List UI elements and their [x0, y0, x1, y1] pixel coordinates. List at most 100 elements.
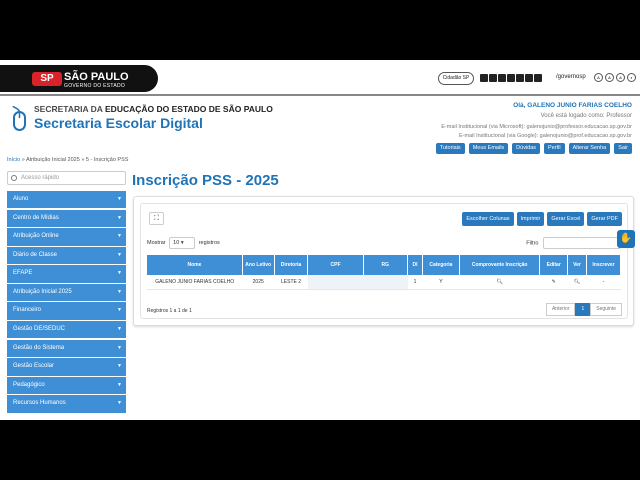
table-toolbar: Escolher Colunas Imprimir Gerar Excel Ge…	[462, 212, 622, 226]
sidebar-item-label: Recursos Humanos	[13, 400, 66, 407]
expand-button[interactable]: ⛶	[149, 212, 164, 225]
pager-page-1[interactable]: 1	[575, 303, 591, 316]
show-suffix: registros	[198, 240, 220, 246]
app-header: SECRETARIA DA EDUCAÇÃO DO ESTADO DE SÃO …	[0, 98, 640, 158]
pagination: Anterior 1 Seguinte	[545, 303, 622, 316]
accessibility-widget-icon[interactable]: ✋	[617, 230, 635, 248]
flickr-icon[interactable]	[507, 74, 515, 82]
breadcrumb-sep: »	[81, 157, 85, 163]
col-diretoria[interactable]: Diretoria	[274, 255, 309, 275]
sidebar-item-label: Pedagógico	[13, 381, 45, 388]
col-inscrever[interactable]: Inscrever	[586, 255, 621, 275]
sidebar-item-financeiro[interactable]: Financeiro ▼	[7, 302, 126, 320]
sidebar-item-gestao-de-seduc[interactable]: Gestão DE/SEDUC ▼	[7, 321, 126, 339]
breadcrumb-sep: »	[21, 157, 25, 163]
cell-cpf-redacted	[307, 275, 364, 290]
sidebar-item-diario-de-classe[interactable]: Diário de Classe ▼	[7, 246, 126, 265]
email-microsoft: E-mail Institucional (via Microsoft): ga…	[441, 124, 632, 130]
linkedin-icon[interactable]	[534, 74, 542, 82]
sidebar-item-efape[interactable]: EFAPE ▼	[7, 265, 126, 283]
col-ano-letivo[interactable]: Ano Letivo	[242, 255, 275, 275]
search-icon[interactable]: 🔍︎	[497, 279, 503, 285]
show-label: Mostrar	[147, 240, 166, 246]
breadcrumb-home[interactable]: Início	[7, 157, 20, 163]
table-info: Registros 1 a 1 de 1	[147, 308, 192, 314]
search-placeholder: Acesso rápido	[21, 175, 60, 181]
col-comprovante[interactable]: Comprovante Inscrição	[459, 255, 541, 275]
expand-icon: ⛶	[154, 215, 159, 222]
page-length-control: Mostrar 10 ▾ registros	[147, 237, 220, 249]
youtube-icon[interactable]	[516, 74, 524, 82]
page-length-select[interactable]: 10 ▾	[169, 237, 196, 249]
table-row: GALENO JUNIO FARIAS COELHO 2025 LESTE 2 …	[147, 275, 621, 290]
cell-ano: 2025	[242, 275, 275, 290]
col-categoria[interactable]: Categoria	[422, 255, 460, 275]
instagram-icon[interactable]	[498, 74, 506, 82]
sidebar-item-centro-de-midias[interactable]: Centro de Mídias ▼	[7, 209, 126, 227]
col-di[interactable]: DI	[407, 255, 423, 275]
inscricao-table: Nome Ano Letivo Diretoria CPF RG DI Cate…	[147, 255, 621, 290]
col-ver[interactable]: Ver	[567, 255, 588, 275]
sidebar-item-label: EFAPE	[13, 270, 33, 277]
caret-down-icon: ▼	[117, 307, 122, 314]
contrast-button[interactable]: ◐	[627, 73, 636, 82]
secretaria-name: EDUCAÇÃO DO ESTADO DE SÃO PAULO	[105, 104, 273, 114]
font-decrease-button[interactable]: A	[616, 73, 625, 82]
choose-columns-button[interactable]: Escolher Colunas	[462, 212, 514, 226]
app-title[interactable]: Secretaria Escolar Digital	[34, 115, 203, 131]
col-cpf[interactable]: CPF	[307, 255, 364, 275]
sidebar-item-atribuicao-inicial[interactable]: Atribuição Inicial 2025 ▼	[7, 283, 126, 302]
cell-di: 1	[407, 275, 423, 290]
gov-logo[interactable]: SP SÃO PAULO GOVERNO DO ESTADO	[0, 65, 158, 92]
sidebar-item-label: Atribuição Online	[13, 233, 59, 240]
col-rg[interactable]: RG	[363, 255, 409, 275]
sidebar-item-label: Gestão Escolar	[13, 363, 55, 370]
sidebar-item-aluno[interactable]: Aluno ▼	[7, 191, 126, 209]
font-default-button[interactable]: A	[605, 73, 614, 82]
col-nome[interactable]: Nome	[147, 255, 243, 275]
cell-categoria: Y	[422, 275, 460, 290]
caret-down-icon: ▼	[117, 326, 122, 333]
meus-emails-button[interactable]: Meus Emails	[468, 143, 509, 154]
breadcrumb-step1[interactable]: Atribuição Inicial 2025	[26, 157, 80, 163]
perfil-button[interactable]: Perfil	[544, 143, 565, 154]
mouse-logo-icon	[12, 106, 26, 131]
page-length-value: 10	[173, 240, 180, 246]
alterar-senha-button[interactable]: Alterar Senha	[568, 143, 611, 154]
content-card: ⛶ Escolher Colunas Imprimir Gerar Excel …	[133, 196, 634, 326]
cell-nome: GALENO JUNIO FARIAS COELHO	[147, 275, 243, 290]
quick-access-search[interactable]: Acesso rápido	[7, 171, 126, 185]
sidebar-item-atribuicao-online[interactable]: Atribuição Online ▼	[7, 228, 126, 246]
sair-button[interactable]: Sair	[614, 143, 632, 154]
print-button[interactable]: Imprimir	[516, 212, 545, 226]
social-icons	[480, 74, 542, 82]
sidebar-item-pedagogico[interactable]: Pedagógico ▼	[7, 376, 126, 395]
excel-button[interactable]: Gerar Excel	[547, 212, 585, 226]
pdf-button[interactable]: Gerar PDF	[587, 212, 622, 226]
font-increase-button[interactable]: A	[594, 73, 603, 82]
facebook-icon[interactable]	[480, 74, 488, 82]
sidebar-item-gestao-do-sistema[interactable]: Gestão do Sistema ▼	[7, 339, 126, 358]
filter-control: Filtro	[526, 237, 621, 249]
sidebar-item-recursos-humanos[interactable]: Recursos Humanos ▼	[7, 395, 126, 413]
pager-previous[interactable]: Anterior	[545, 303, 576, 316]
sidebar-item-gestao-escolar[interactable]: Gestão Escolar ▼	[7, 358, 126, 376]
cell-editar: ✎	[539, 275, 568, 290]
letterbox-bottom	[0, 420, 640, 480]
sidebar-item-label: Financeiro	[13, 307, 42, 314]
pencil-icon[interactable]: ✎	[552, 279, 556, 285]
filter-input[interactable]	[543, 237, 621, 249]
col-editar[interactable]: Editar	[539, 255, 568, 275]
cell-diretoria: LESTE 2	[274, 275, 308, 290]
tutoriais-button[interactable]: Tutoriais	[435, 143, 465, 154]
search-icon[interactable]: 🔍︎	[574, 279, 580, 285]
browser-viewport: SP SÃO PAULO GOVERNO DO ESTADO Cidadão S…	[0, 60, 640, 420]
cidadao-sp-link[interactable]: Cidadão SP	[438, 72, 474, 85]
spotify-icon[interactable]	[525, 74, 533, 82]
duvidas-button[interactable]: Dúvidas	[512, 143, 541, 154]
user-role: Você está logado como: Professor	[540, 113, 632, 119]
gov-brand-subtitle: GOVERNO DO ESTADO	[64, 83, 126, 89]
pager-next[interactable]: Seguinte	[590, 303, 622, 316]
twitter-icon[interactable]	[489, 74, 497, 82]
cell-ver: 🔍︎	[567, 275, 587, 290]
